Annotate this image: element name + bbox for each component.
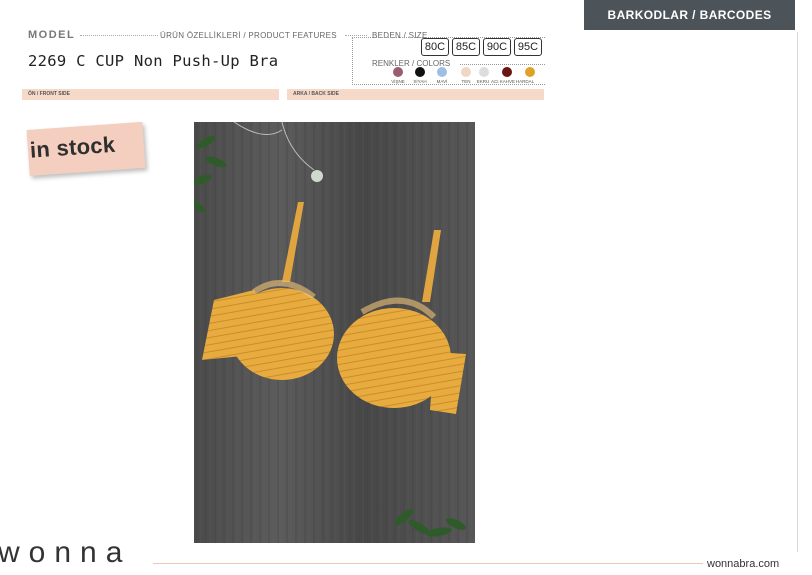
color-name: HARDAL (515, 79, 535, 84)
size-chip[interactable]: 80C (421, 38, 449, 56)
size-list: 80C 85C 90C 95C (421, 38, 545, 56)
in-stock-stamp: in stock (20, 118, 147, 181)
color-name: SİYAH (413, 79, 427, 84)
back-side-bar: ARKA / BACK SIDE (287, 89, 544, 100)
color-swatch[interactable] (461, 67, 471, 77)
color-swatch[interactable] (393, 67, 403, 77)
features-label: ÜRÜN ÖZELLİKLERİ / PRODUCT FEATURES (160, 31, 337, 40)
front-side-bar: ÖN / FRONT SIDE (22, 89, 279, 100)
back-side-label: ARKA / BACK SIDE (293, 91, 339, 97)
bra-illustration (194, 122, 475, 543)
color-swatch[interactable] (502, 67, 512, 77)
model-label: MODEL (28, 29, 76, 41)
color-swatch[interactable] (479, 67, 489, 77)
size-chip[interactable]: 85C (452, 38, 480, 56)
divider (80, 35, 158, 36)
front-side-label: ÖN / FRONT SIDE (28, 91, 70, 97)
footer-divider (153, 563, 703, 564)
color-name: TEN (461, 79, 471, 84)
color-swatch[interactable] (437, 67, 447, 77)
colors-label: RENKLER / COLORS (372, 59, 451, 68)
divider (460, 64, 545, 65)
divider (797, 32, 798, 552)
barcodes-header: BARKODLAR / BARCODES (584, 0, 795, 30)
divider (345, 35, 367, 36)
color-name: EKRU (476, 79, 490, 84)
color-swatch[interactable] (415, 67, 425, 77)
model-name: 2269 C CUP Non Push-Up Bra (28, 52, 279, 70)
website-link[interactable]: wonnabra.com (707, 558, 779, 570)
color-swatch[interactable] (525, 67, 535, 77)
color-name: ACI KAHVE (490, 79, 516, 84)
brand-logo: wonna (0, 536, 132, 569)
product-photo (194, 122, 475, 543)
color-name: VİŞNE (391, 79, 405, 84)
color-name: MAVİ (436, 79, 448, 84)
size-chip[interactable]: 90C (483, 38, 511, 56)
size-chip[interactable]: 95C (514, 38, 542, 56)
